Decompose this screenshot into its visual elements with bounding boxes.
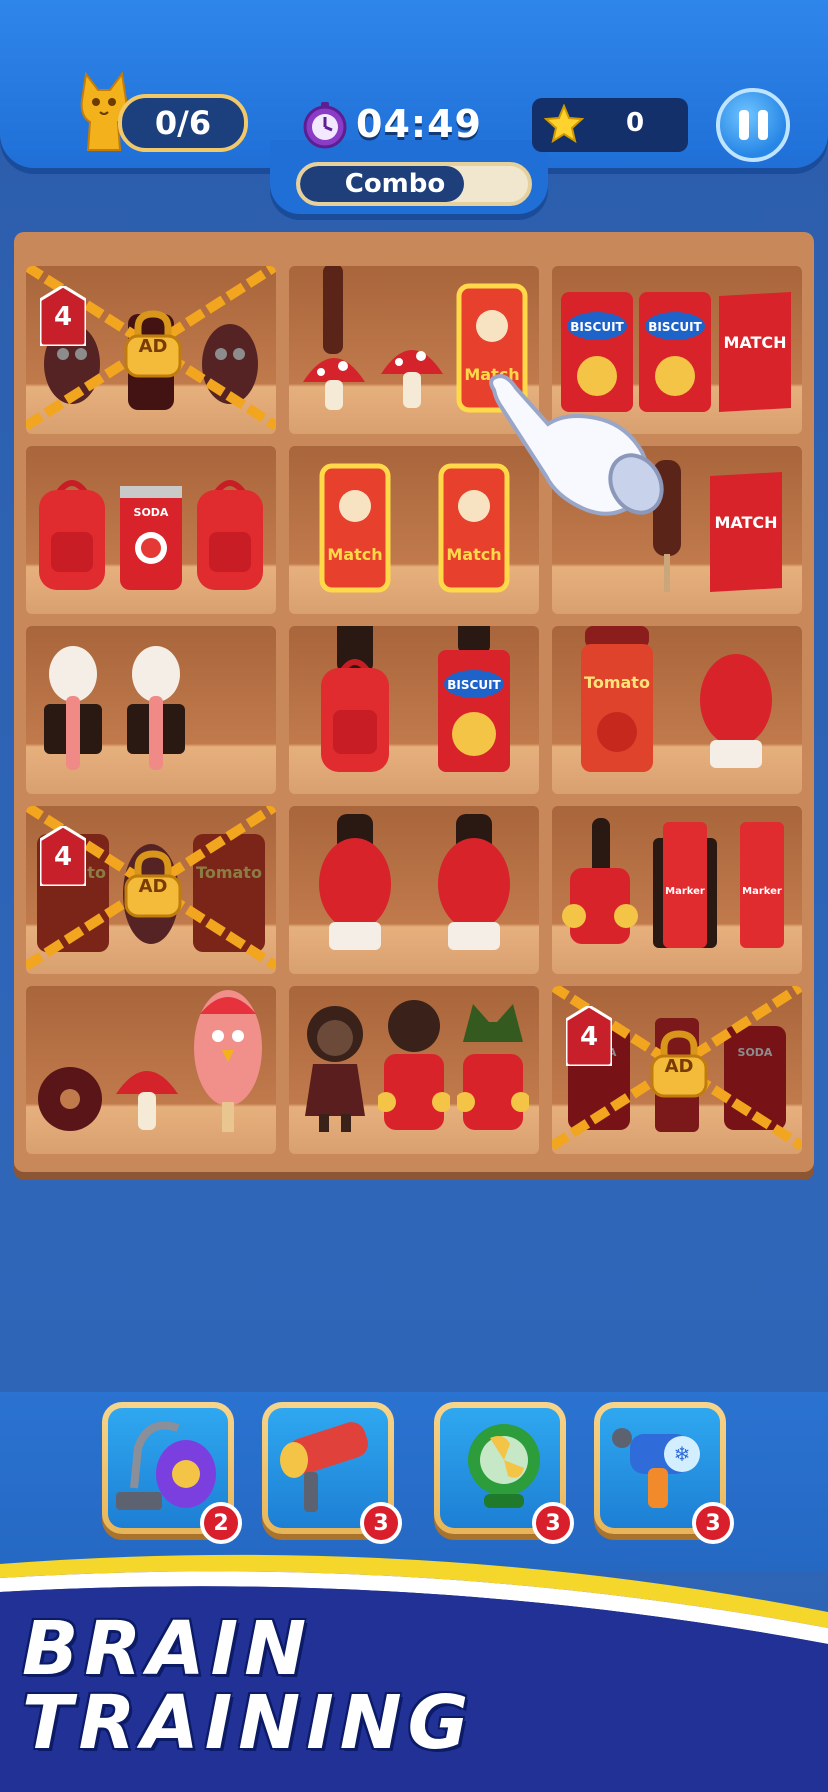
powerup-count: 2 <box>200 1502 242 1544</box>
toy-car-icon <box>377 1000 450 1130</box>
pointer-hand-icon <box>489 373 664 516</box>
powerup-count: 3 <box>692 1502 734 1544</box>
score-text: 0 <box>625 108 645 138</box>
match-bag-icon: MATCH <box>710 472 783 592</box>
ad-label: AD <box>664 1056 694 1077</box>
shelf-4-3[interactable]: Marker Marker <box>552 806 802 974</box>
match-can-label: Match <box>327 545 382 564</box>
shelf-items: Marker Marker <box>558 812 796 954</box>
biscuit-label: BISCUIT <box>447 678 501 692</box>
donut-icon <box>38 1067 102 1131</box>
ad-unlock-button[interactable]: AD <box>648 1030 710 1098</box>
ad-unlock-button[interactable]: AD <box>122 850 184 918</box>
freeze-powerup-button[interactable]: ❄ 3 <box>594 1402 734 1544</box>
pause-icon-bar <box>757 110 768 140</box>
combo-label: Combo <box>344 169 446 199</box>
shelf-items: BISCUIT <box>295 626 533 774</box>
shelf-5-2[interactable] <box>289 986 539 1154</box>
shelf-2-1[interactable]: SODA <box>26 446 276 614</box>
backpack-icon <box>320 626 389 772</box>
powerup-count: 3 <box>360 1502 402 1544</box>
combo-bar: Combo <box>296 162 532 206</box>
mushroom-icon <box>303 266 365 410</box>
lock-count-badge: 4 <box>40 286 86 346</box>
roller-powerup-button[interactable]: 3 <box>262 1402 402 1544</box>
shelf-3-2[interactable]: BISCUIT <box>289 626 539 794</box>
shelf-locked-3[interactable]: SODA SODA 4 AD <box>552 986 802 1154</box>
shelf-items <box>32 632 270 774</box>
marker-label: Marker <box>742 886 782 897</box>
boxing-glove-icon <box>318 814 391 950</box>
shelf-3-3[interactable]: Tomato <box>552 626 802 794</box>
toy-car-icon <box>457 1004 530 1130</box>
svg-text:❄: ❄ <box>674 1442 691 1466</box>
popsicle-bird-icon <box>194 990 262 1132</box>
shelf-locked-1[interactable]: 4 AD <box>26 266 276 434</box>
vacuum-powerup-button[interactable]: 2 <box>102 1402 242 1544</box>
match-chips-can-icon: Match <box>319 463 390 593</box>
pause-button[interactable] <box>716 88 790 162</box>
backpack-icon <box>196 480 263 590</box>
shelf-items <box>295 812 533 954</box>
match-bag-icon: MATCH <box>719 292 791 412</box>
marker-icon: Marker <box>739 822 784 948</box>
fan-powerup-button[interactable]: 3 <box>434 1402 574 1544</box>
lock-count: 4 <box>579 1022 599 1052</box>
collected-text: 0/6 <box>154 104 212 142</box>
collected-counter: 0/6 <box>118 94 248 152</box>
tomato-can-icon: Tomato <box>580 626 653 772</box>
shelf-3-1[interactable] <box>26 626 276 794</box>
ad-label: AD <box>138 336 168 357</box>
makeup-brush-icon <box>126 646 185 770</box>
ad-label: AD <box>138 876 168 897</box>
timer-text: 04:49 <box>356 102 482 146</box>
banner-title-line2: TRAINING <box>22 1680 475 1766</box>
shelf-5-1[interactable] <box>26 986 276 1154</box>
shelf-locked-2[interactable]: Tomato Tomato 4 AD <box>26 806 276 974</box>
lock-count-badge: 4 <box>40 826 86 886</box>
backpack-icon <box>39 480 106 590</box>
shelf-items: SODA <box>32 452 270 594</box>
tomato-label: Tomato <box>584 673 650 692</box>
makeup-brush-icon <box>44 646 103 770</box>
boxing-glove-icon <box>437 814 510 950</box>
soda-label: SODA <box>134 506 169 519</box>
powerup-count: 3 <box>532 1502 574 1544</box>
mushroom-icon <box>116 1071 178 1130</box>
star-icon <box>544 104 584 144</box>
boxing-glove-icon <box>699 654 772 768</box>
shelf-items <box>32 990 270 1134</box>
stopwatch-icon <box>303 102 347 149</box>
pause-icon <box>738 110 749 140</box>
toy-car-icon <box>562 818 639 944</box>
shelf-items: Tomato <box>558 626 796 774</box>
biscuit-label: BISCUIT <box>570 320 624 334</box>
match-bag-label: MATCH <box>715 513 778 532</box>
marker-label: Marker <box>665 886 705 897</box>
marker-icon: Marker <box>652 822 717 948</box>
match-can-label: Match <box>446 545 501 564</box>
lock-count: 4 <box>53 302 73 332</box>
biscuit-box-icon: BISCUIT <box>437 626 510 772</box>
shelf-items <box>295 992 533 1134</box>
ad-unlock-button[interactable]: AD <box>122 310 184 378</box>
match-bag-label: MATCH <box>723 333 786 352</box>
mushroom-icon <box>381 350 443 408</box>
soda-can-icon: SODA <box>119 486 182 590</box>
shelf-4-2[interactable] <box>289 806 539 974</box>
doll-icon <box>304 1006 365 1132</box>
biscuit-label: BISCUIT <box>648 320 702 334</box>
lock-count: 4 <box>53 842 73 872</box>
shelf-board: 4 AD Match BISCUIT BISCUIT MATCH SODA Ma… <box>14 232 814 1172</box>
lock-count-badge: 4 <box>566 1006 612 1066</box>
